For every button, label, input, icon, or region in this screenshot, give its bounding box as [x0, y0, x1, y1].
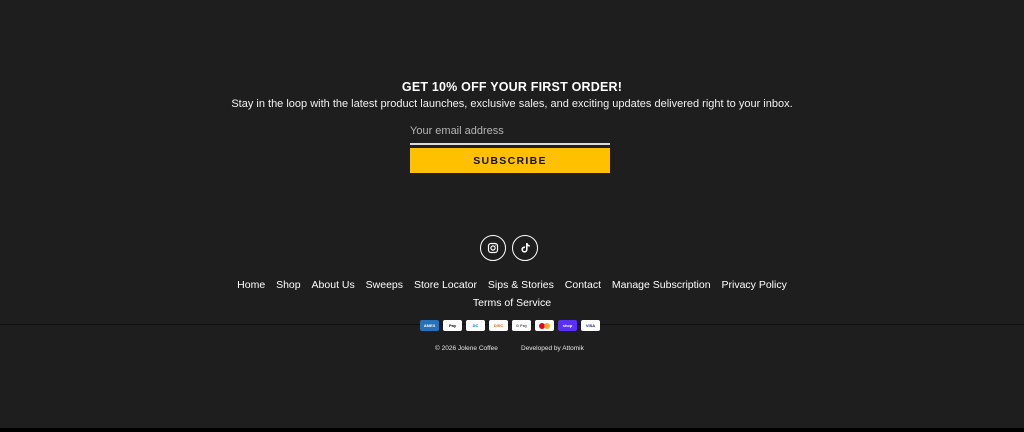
footer-nav-row-1: Home Shop About Us Sweeps Store Locator … — [0, 276, 1024, 294]
newsletter-subtitle: Stay in the loop with the latest product… — [231, 98, 793, 110]
footer-link-sips-stories[interactable]: Sips & Stories — [488, 279, 554, 291]
copyright-text: © 2026 Jolene Coffee — [435, 345, 498, 352]
footer-link-store-locator[interactable]: Store Locator — [414, 279, 477, 291]
footer-link-shop[interactable]: Shop — [276, 279, 301, 291]
footer-link-about-us[interactable]: About Us — [312, 279, 355, 291]
apple-pay-icon: Pay — [443, 320, 462, 331]
email-input[interactable] — [410, 121, 610, 141]
tiktok-link[interactable] — [512, 235, 538, 261]
newsletter-title: GET 10% OFF YOUR FIRST ORDER! — [401, 80, 623, 94]
footer-link-home[interactable]: Home — [237, 279, 265, 291]
developed-by-link[interactable]: Developed by Attomik — [521, 345, 584, 352]
google-pay-icon: G Pay — [512, 320, 531, 331]
payment-icons: AMEX Pay DC DISC G Pay shop VISA — [420, 320, 600, 331]
footer-link-privacy-policy[interactable]: Privacy Policy — [721, 279, 786, 291]
newsletter-header: GET 10% OFF YOUR FIRST ORDER! Stay in th… — [0, 80, 1024, 111]
email-field-wrapper — [410, 121, 610, 145]
bottom-bar — [0, 428, 1024, 432]
diners-club-icon: DC — [466, 320, 485, 331]
subscribe-button[interactable]: SUBSCRIBE — [410, 148, 610, 173]
footer-nav: Home Shop About Us Sweeps Store Locator … — [0, 276, 1024, 312]
footer-nav-row-2: Terms of Service — [0, 294, 1024, 312]
footer-link-terms[interactable]: Terms of Service — [473, 297, 551, 309]
mastercard-icon — [535, 320, 554, 331]
tiktok-icon — [521, 243, 530, 253]
shop-pay-icon: shop — [558, 320, 577, 331]
footer-link-contact[interactable]: Contact — [565, 279, 601, 291]
footer-link-manage-subscription[interactable]: Manage Subscription — [612, 279, 711, 291]
discover-icon: DISC — [489, 320, 508, 331]
visa-icon: VISA — [581, 320, 600, 331]
amex-icon: AMEX — [420, 320, 439, 331]
social-links — [480, 235, 538, 261]
instagram-icon — [487, 242, 499, 254]
instagram-link[interactable] — [480, 235, 506, 261]
footer-link-sweeps[interactable]: Sweeps — [366, 279, 403, 291]
